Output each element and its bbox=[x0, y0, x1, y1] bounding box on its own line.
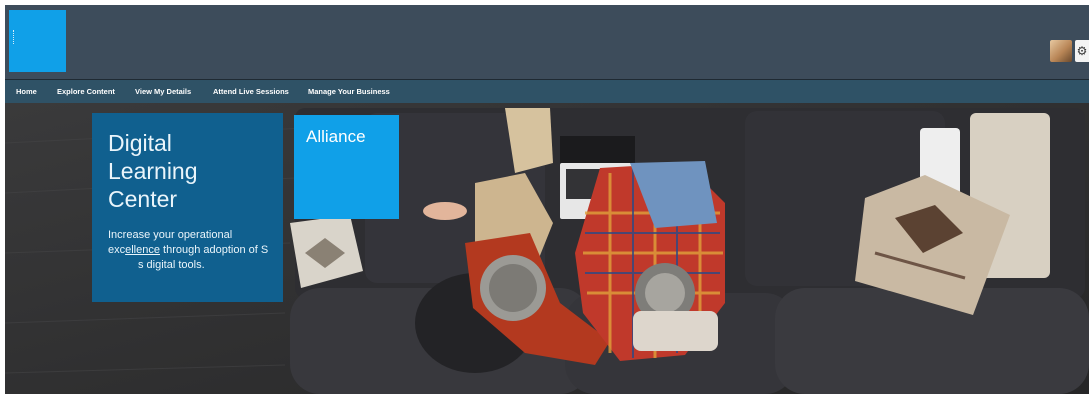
user-avatar-icon[interactable] bbox=[1050, 40, 1072, 62]
hero-title-line-2: Learning bbox=[108, 158, 198, 184]
nav-item-view-my-details[interactable]: View My Details bbox=[135, 80, 191, 103]
hero-title-card: Digital Learning Center Increase your op… bbox=[92, 113, 283, 302]
hero-desc-part-3: s digital tools. bbox=[138, 259, 205, 271]
gear-icon[interactable]: ⚙ bbox=[1075, 40, 1089, 62]
nav-item-attend-live-sessions[interactable]: Attend Live Sessions bbox=[213, 80, 289, 103]
nav-item-manage-your-business[interactable]: Manage Your Business bbox=[308, 80, 390, 103]
brand-logo-icon[interactable] bbox=[9, 10, 66, 72]
hero-title: Digital Learning Center bbox=[108, 129, 278, 213]
hero-title-line-1: Digital bbox=[108, 130, 172, 156]
nav-item-home[interactable]: Home bbox=[16, 80, 37, 103]
alliance-label: Alliance bbox=[306, 127, 366, 146]
nav-item-explore-content[interactable]: Explore Content bbox=[57, 80, 115, 103]
hero-title-line-3: Center bbox=[108, 186, 178, 212]
alliance-card[interactable]: Alliance bbox=[294, 115, 399, 219]
main-nav: Home Explore Content View My Details Att… bbox=[5, 80, 1089, 103]
hero-description: Increase your operational excellence thr… bbox=[108, 228, 273, 273]
hero-desc-part-2: through adoption of S bbox=[159, 244, 269, 256]
top-header bbox=[5, 5, 1089, 79]
hero-desc-link[interactable]: ellence bbox=[125, 244, 160, 256]
